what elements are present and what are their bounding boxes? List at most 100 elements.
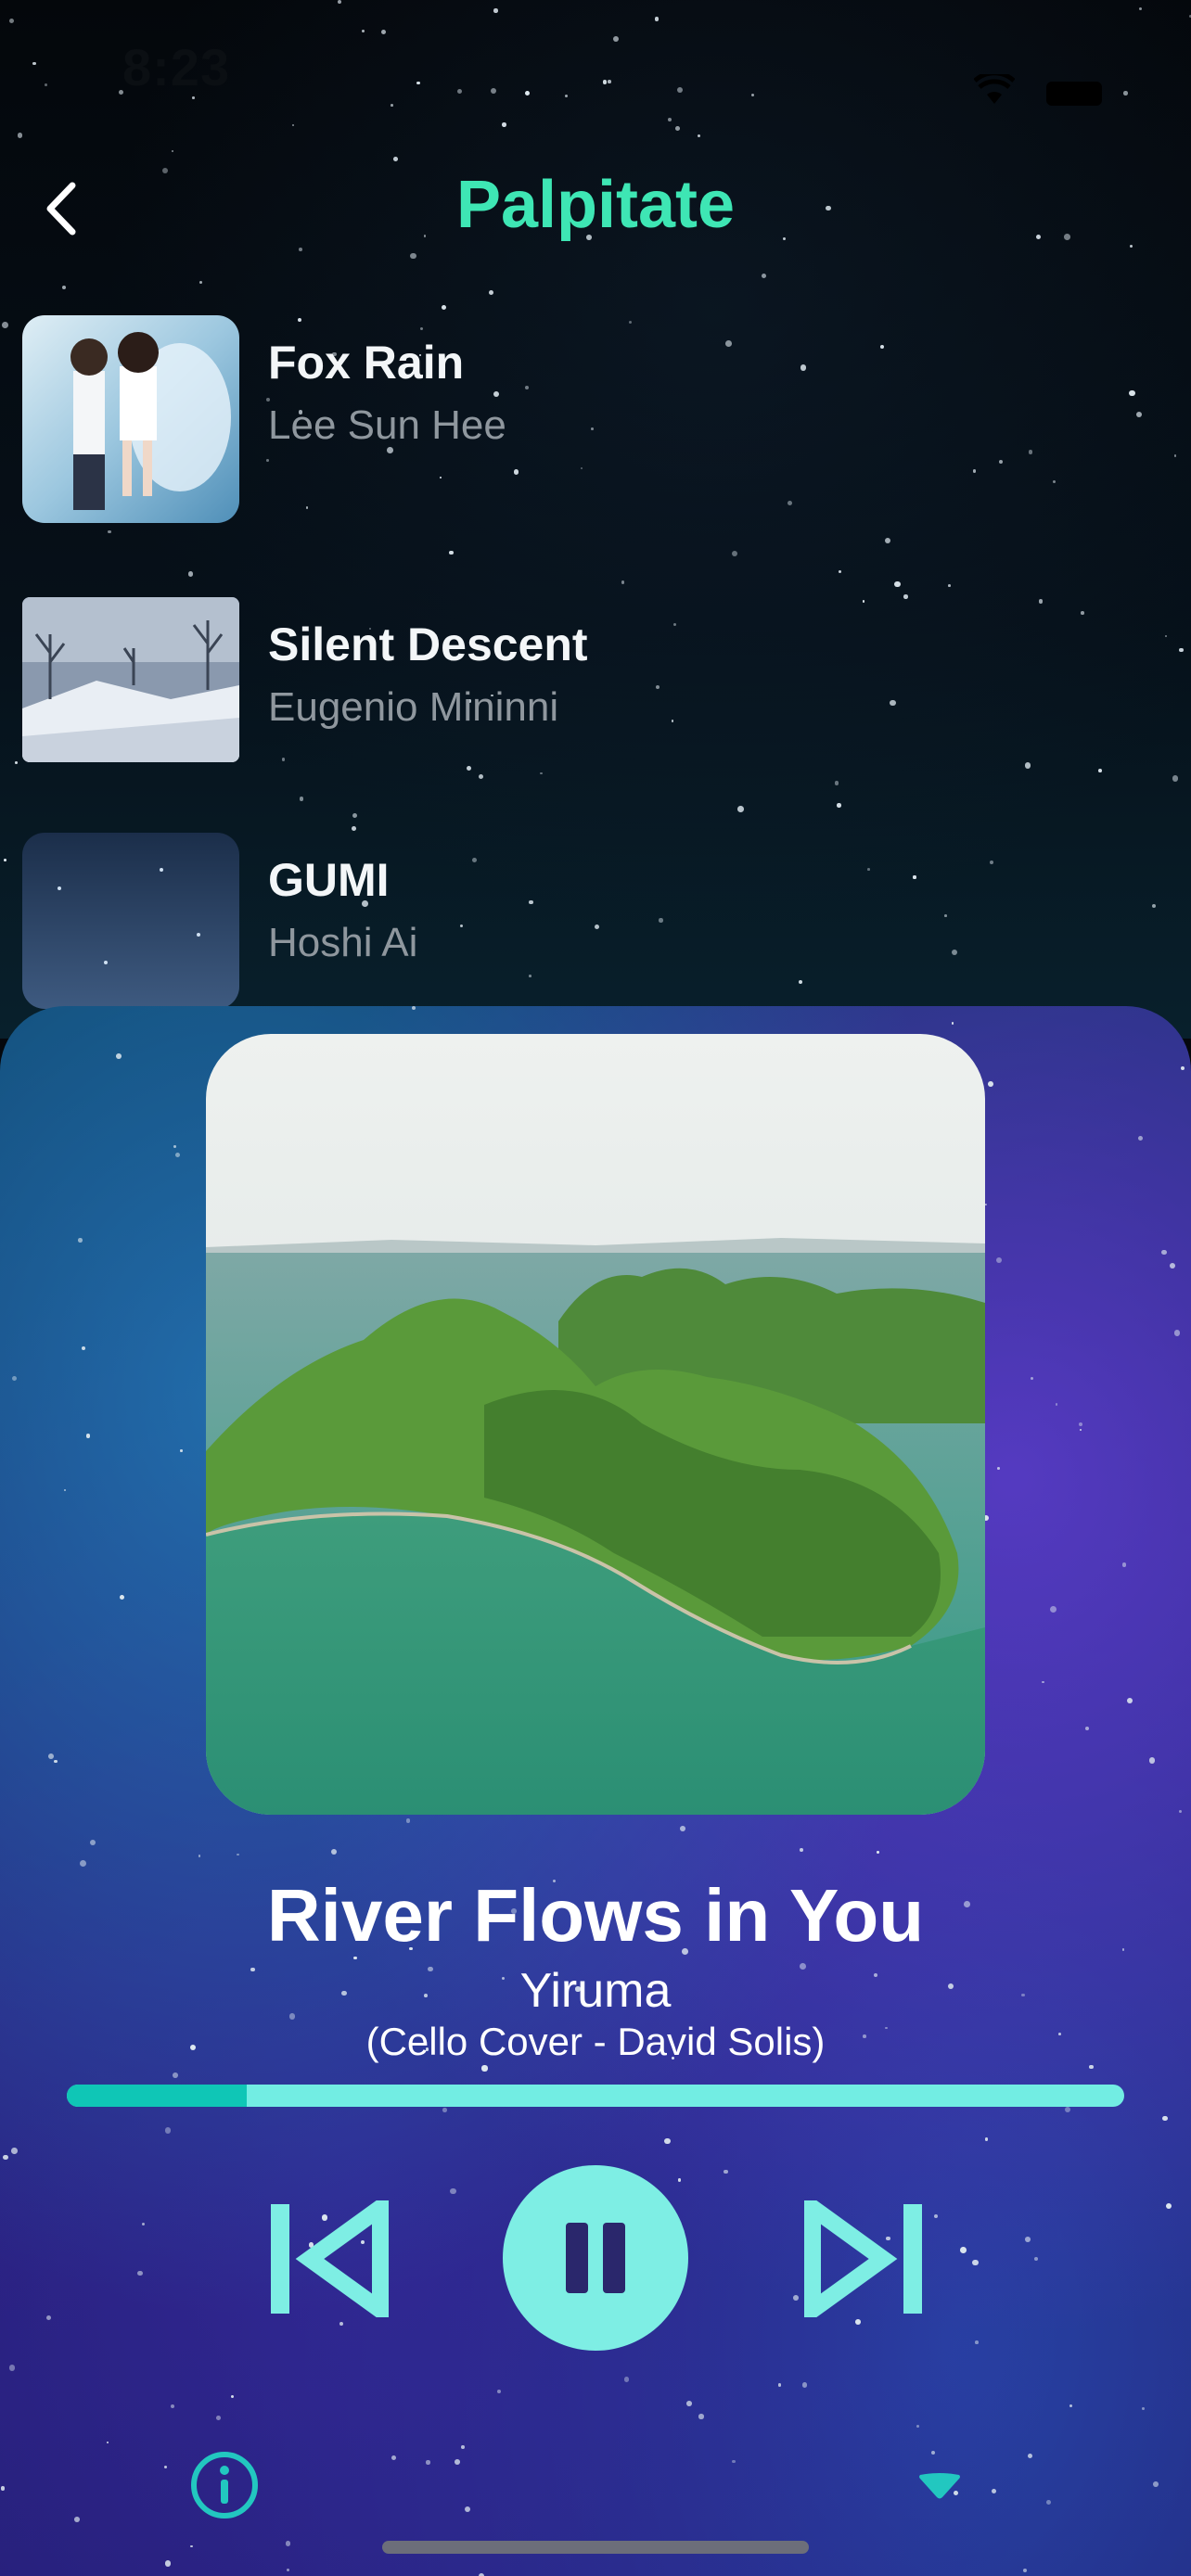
star <box>930 2451 935 2455</box>
star <box>948 584 951 587</box>
track-item[interactable]: Silent Descent Eugenio Mininni <box>22 597 1135 805</box>
star <box>1172 775 1179 782</box>
status-bar: 8:23 <box>0 28 1191 111</box>
star <box>47 1753 54 1759</box>
star <box>621 580 625 584</box>
star <box>984 2136 989 2141</box>
star <box>187 571 194 577</box>
star <box>1089 2064 1094 2070</box>
star <box>972 2259 979 2266</box>
track-name: Silent Descent <box>268 618 588 670</box>
home-indicator[interactable] <box>382 2541 809 2554</box>
star <box>352 825 357 831</box>
star <box>1179 647 1184 653</box>
star <box>1121 1562 1127 1567</box>
star <box>1033 2256 1038 2261</box>
star <box>1126 1697 1133 1704</box>
star <box>664 2137 671 2145</box>
star <box>412 1006 416 1011</box>
progress-fill <box>67 2085 247 2107</box>
star <box>778 2383 782 2387</box>
star <box>1027 2453 1032 2459</box>
progress-bar[interactable] <box>67 2085 1124 2107</box>
star <box>502 122 506 127</box>
star <box>338 0 342 4</box>
star <box>80 1860 87 1868</box>
star <box>916 2424 919 2428</box>
star <box>959 2246 967 2253</box>
star <box>1139 6 1143 11</box>
star <box>1161 1249 1168 1256</box>
track-item[interactable]: Fox Rain Lee Sun Hee <box>22 315 1135 523</box>
star <box>46 2315 52 2321</box>
pause-icon-bar <box>603 2223 625 2293</box>
star <box>1069 2404 1073 2407</box>
star <box>1031 1377 1034 1381</box>
star <box>697 134 701 138</box>
star <box>2 322 9 329</box>
star <box>654 17 659 21</box>
previous-button[interactable] <box>269 2191 390 2327</box>
skip-next-icon <box>804 2191 922 2327</box>
star <box>855 2318 862 2325</box>
star <box>330 1848 338 1855</box>
star <box>675 126 680 132</box>
album-art <box>22 597 239 762</box>
star <box>108 529 112 534</box>
star <box>951 1022 954 1025</box>
star <box>64 1488 67 1491</box>
track-name: GUMI <box>268 854 390 906</box>
star <box>8 18 15 24</box>
star <box>838 569 842 574</box>
info-button[interactable] <box>189 2450 260 2520</box>
star <box>171 149 174 153</box>
star <box>449 550 454 555</box>
star <box>61 285 67 289</box>
star <box>298 247 302 251</box>
star <box>286 2568 289 2571</box>
star <box>442 2108 448 2112</box>
song-title: River Flows in You <box>266 1874 925 1957</box>
now-playing-cover-art <box>206 1034 985 1815</box>
star <box>141 2223 146 2226</box>
star <box>82 1345 86 1350</box>
star <box>339 2322 344 2327</box>
star <box>992 2488 997 2494</box>
star <box>995 1256 1002 1263</box>
star <box>391 2455 397 2460</box>
star <box>481 2065 488 2072</box>
track-artist: Hoshi Ai <box>268 920 418 965</box>
star <box>464 2506 471 2512</box>
star <box>89 1839 96 1846</box>
song-artist: Yiruma <box>519 1964 672 2018</box>
star <box>54 1760 58 1764</box>
pause-icon <box>566 2223 588 2293</box>
star <box>1046 2499 1052 2505</box>
star <box>285 2541 291 2547</box>
star <box>1180 1065 1185 1070</box>
star <box>737 806 744 812</box>
star <box>1148 1757 1156 1765</box>
next-button[interactable] <box>803 2191 924 2327</box>
star <box>1 2486 6 2491</box>
star <box>85 1434 90 1438</box>
star <box>17 132 23 138</box>
page-title: Palpitate <box>455 168 736 242</box>
star <box>1169 1262 1175 1269</box>
star <box>680 1826 686 1832</box>
star <box>78 1237 83 1243</box>
star <box>137 2270 143 2276</box>
album-art <box>22 315 239 523</box>
collapse-button[interactable] <box>916 2469 963 2501</box>
pause-button[interactable] <box>503 2165 688 2351</box>
star <box>1142 2407 1145 2410</box>
star <box>164 2559 172 2567</box>
star <box>1151 903 1156 908</box>
star <box>74 2517 81 2523</box>
status-time: 8:23 <box>122 38 231 96</box>
star <box>1173 1330 1181 1337</box>
star <box>1078 1422 1082 1427</box>
star <box>116 1053 122 1059</box>
track-name: Fox Rain <box>268 337 465 389</box>
star <box>3 2154 9 2161</box>
